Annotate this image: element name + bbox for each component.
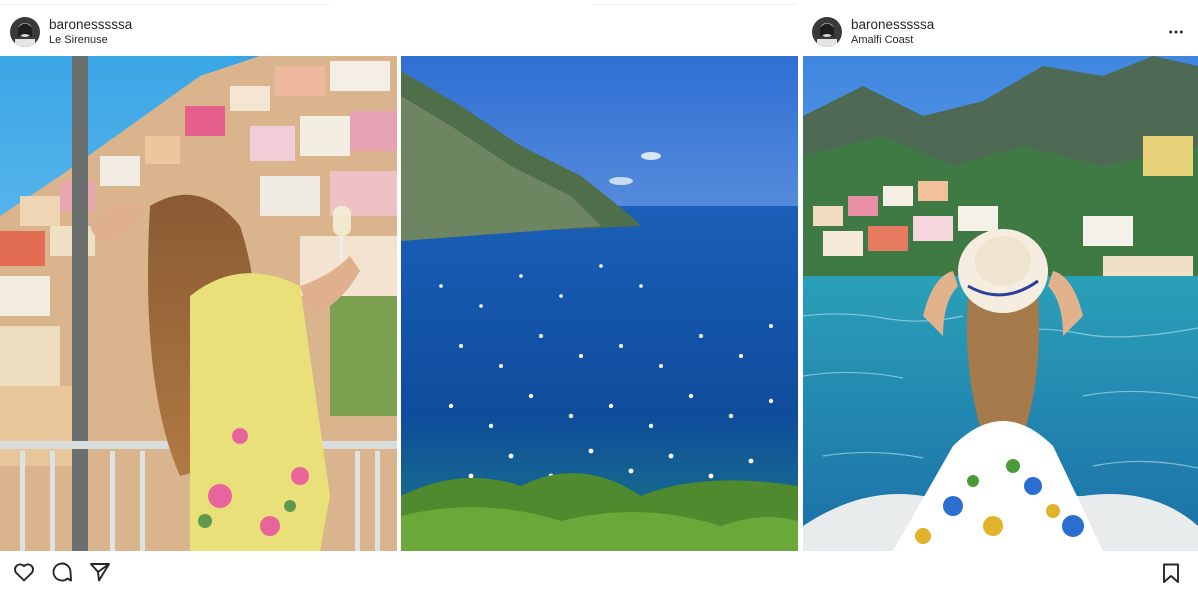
username[interactable]: baronesssssa xyxy=(851,17,934,33)
username[interactable]: baronesssssa xyxy=(49,17,132,33)
divider xyxy=(0,4,330,5)
divider xyxy=(592,4,797,5)
post-header: baronesssssa Amalfi Coast xyxy=(812,12,1192,52)
comment-icon[interactable] xyxy=(50,560,74,584)
heart-icon[interactable] xyxy=(12,560,36,584)
avatar[interactable] xyxy=(10,17,40,47)
post-image[interactable] xyxy=(401,56,798,551)
post-header: baronesssssa Le Sirenuse xyxy=(10,12,132,52)
location-label[interactable]: Amalfi Coast xyxy=(851,34,934,47)
post-image[interactable] xyxy=(803,56,1198,551)
bookmark-icon[interactable] xyxy=(1160,562,1182,584)
paper-plane-icon[interactable] xyxy=(88,560,112,584)
avatar[interactable] xyxy=(812,17,842,47)
more-horizontal-icon[interactable] xyxy=(1166,22,1186,42)
post-image[interactable] xyxy=(0,56,397,551)
location-label[interactable]: Le Sirenuse xyxy=(49,34,132,47)
post-actions xyxy=(12,560,112,584)
